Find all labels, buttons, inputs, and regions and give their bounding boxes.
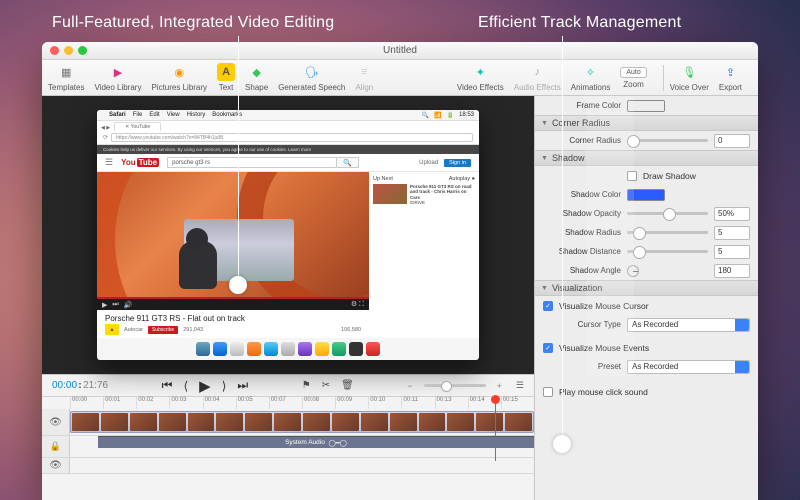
toolbar-zoom[interactable]: AutoZoom: [620, 67, 646, 89]
step-back-button[interactable]: ⟨: [183, 379, 188, 393]
app-window: Untitled ▦Templates ▶Video Library ◉Pict…: [42, 42, 758, 500]
shadow-opacity-field[interactable]: 50%: [714, 207, 750, 221]
minimize-icon[interactable]: [64, 46, 73, 55]
toolbar: ▦Templates ▶Video Library ◉Pictures Libr…: [42, 60, 758, 96]
zoom-icon[interactable]: [78, 46, 87, 55]
close-icon[interactable]: [50, 46, 59, 55]
go-start-button[interactable]: ⏮: [162, 378, 173, 393]
recorded-browser: Safari File Edit View History Bookmarks …: [97, 110, 479, 360]
frame-color-swatch[interactable]: [627, 100, 665, 112]
toolbar-export[interactable]: ⇪Export: [719, 63, 742, 92]
menubar-app: Safari: [109, 112, 126, 118]
search-icon: 🔍: [337, 157, 359, 168]
lock-icon[interactable]: 🔒: [50, 441, 61, 452]
eye-icon[interactable]: 👁: [49, 460, 62, 471]
delete-button[interactable]: 🗑: [341, 380, 354, 391]
shadow-distance-field[interactable]: 5: [714, 245, 750, 259]
shadow-angle-field[interactable]: 180: [714, 264, 750, 278]
system-audio-clip[interactable]: System Audio ◯━◯: [98, 436, 534, 448]
shadow-opacity-slider[interactable]: [627, 212, 708, 215]
window-title: Untitled: [383, 45, 417, 56]
transport-bar: 00:00:21:76 ⏮ ⟨ ▶ ⟩ ⏭ ⚑ ✂ 🗑 − + ☰: [42, 374, 534, 396]
play-button[interactable]: ▶: [199, 377, 211, 395]
preview-canvas[interactable]: Safari File Edit View History Bookmarks …: [42, 96, 534, 374]
toolbar-voice-over[interactable]: 🎙Voice Over: [670, 63, 709, 92]
list-view-button[interactable]: ☰: [516, 380, 524, 391]
split-button[interactable]: ✂: [322, 380, 330, 391]
step-fwd-button[interactable]: ⟩: [222, 379, 227, 393]
vis-cursor-checkbox[interactable]: ✓: [543, 301, 553, 311]
eye-icon[interactable]: 👁: [49, 417, 62, 428]
section-shadow[interactable]: Shadow: [552, 153, 585, 163]
youtube-logo-icon: YouTube: [121, 158, 159, 167]
toolbar-animations[interactable]: ✧Animations: [571, 63, 611, 92]
cookie-banner: Cookies help us deliver our services. By…: [97, 145, 479, 154]
play-click-checkbox[interactable]: [543, 387, 553, 397]
video-track[interactable]: 👁 Recording 8: [42, 409, 534, 436]
url-field: https://www.youtube.com/watch?v=84TB4h1j…: [111, 133, 473, 142]
timeline-zoom-slider[interactable]: [424, 384, 486, 387]
marker-button[interactable]: ⚑: [302, 380, 311, 391]
audio-track[interactable]: 🔒 System Audio ◯━◯: [42, 436, 534, 458]
toolbar-audio-effects[interactable]: ♪Audio Effects: [514, 63, 561, 92]
autocar-badge: A: [105, 324, 119, 335]
signin-button: Sign in: [444, 159, 471, 167]
angle-dial[interactable]: [627, 265, 639, 277]
corner-radius-field[interactable]: 0: [714, 134, 750, 148]
shadow-radius-field[interactable]: 5: [714, 226, 750, 240]
shadow-radius-slider[interactable]: [627, 231, 708, 234]
toolbar-video-library[interactable]: ▶Video Library: [94, 63, 141, 92]
shadow-color-swatch[interactable]: [627, 189, 665, 201]
video-clip[interactable]: [70, 411, 534, 433]
video-title: Porsche 911 GT3 RS - Flat out on track: [97, 310, 369, 324]
toolbar-shape[interactable]: ◆Shape: [245, 63, 268, 92]
playhead[interactable]: [495, 397, 496, 461]
annotation-left: Full-Featured, Integrated Video Editing: [52, 14, 334, 32]
toolbar-align[interactable]: ≡Align: [355, 63, 373, 92]
timeline-ruler[interactable]: 00:0000:0100:0200:0300:0400:0500:0700:08…: [42, 396, 534, 409]
section-corner-radius[interactable]: Corner Radius: [552, 118, 610, 128]
video-player: [97, 172, 369, 297]
shadow-distance-slider[interactable]: [627, 250, 708, 253]
empty-track[interactable]: 👁: [42, 458, 534, 474]
timecode-in: 00:00: [52, 380, 77, 391]
annotation-right: Efficient Track Management: [478, 14, 681, 32]
corner-radius-slider[interactable]: [627, 139, 708, 142]
titlebar: Untitled: [42, 42, 758, 60]
preset-select[interactable]: As Recorded: [627, 360, 750, 374]
inspector-panel: Frame Color ▼Corner Radius Corner Radius…: [534, 96, 758, 500]
vis-events-checkbox[interactable]: ✓: [543, 343, 553, 353]
cursor-type-select[interactable]: As Recorded: [627, 318, 750, 332]
toolbar-generated-speech[interactable]: 🗣Generated Speech: [278, 63, 345, 92]
go-end-button[interactable]: ⏭: [237, 378, 248, 393]
draw-shadow-checkbox[interactable]: [627, 171, 637, 181]
section-visualization[interactable]: Visualization: [552, 283, 602, 293]
toolbar-video-effects[interactable]: ✦Video Effects: [457, 63, 504, 92]
dock: [147, 338, 429, 360]
view-count: 106,580: [341, 327, 361, 333]
toolbar-pictures-library[interactable]: ◉Pictures Library: [151, 63, 207, 92]
subscribe-button: Subscribe: [148, 326, 178, 334]
toolbar-templates[interactable]: ▦Templates: [48, 63, 84, 92]
timecode-out: 21:76: [83, 380, 108, 391]
toolbar-text[interactable]: AText: [217, 63, 235, 92]
youtube-search-input: porsche gt3 rs: [167, 157, 337, 168]
